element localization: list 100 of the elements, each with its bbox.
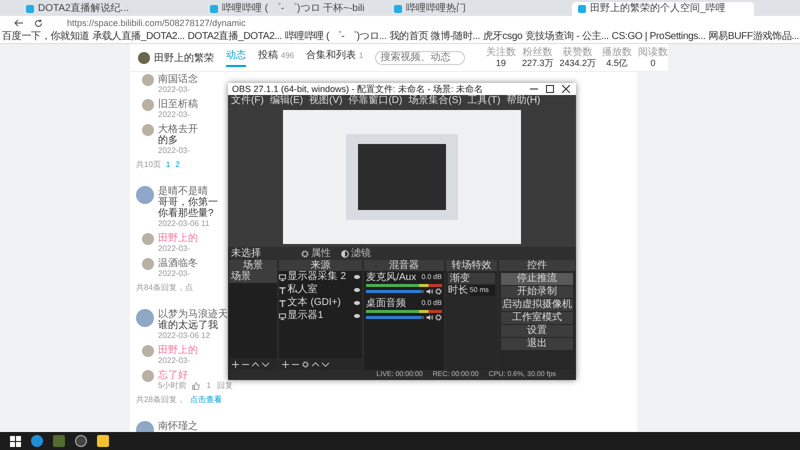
avatar-icon (142, 233, 154, 245)
source-item[interactable]: 私人室 (288, 284, 352, 296)
dock-title: 转场特效 (446, 260, 498, 271)
menu-item[interactable]: 视图(V) (309, 95, 342, 107)
bookmark-link[interactable]: CS:GO | ProSettings... (612, 30, 706, 43)
comment-author[interactable]: 南怀瑾之 (158, 421, 198, 432)
volume-slider[interactable] (366, 316, 421, 319)
bookmark-link[interactable]: 百度一下，你就知道 (2, 30, 90, 43)
eye-icon[interactable] (354, 314, 360, 318)
speaker-icon[interactable] (426, 314, 433, 321)
stat-label: 阅读数 (638, 46, 668, 58)
menu-item[interactable]: 场景集合(S) (408, 95, 462, 107)
avatar-icon (136, 309, 154, 327)
comment-text: 哥哥，你第一 (158, 197, 218, 208)
add-icon[interactable] (232, 360, 239, 368)
source-item[interactable]: 文本 (GDI+) (288, 297, 352, 309)
add-icon[interactable] (282, 360, 289, 368)
eye-icon[interactable] (354, 275, 360, 279)
settings-icon[interactable] (434, 314, 442, 321)
menu-item[interactable]: 工具(T) (468, 95, 500, 107)
comment-author[interactable]: 是晴不是晴 (158, 186, 208, 197)
control-button[interactable]: 退出 (501, 338, 573, 350)
back-icon[interactable] (14, 19, 24, 27)
comment-author[interactable]: 南国话念 (158, 74, 198, 85)
bookmark-link[interactable]: 承载人直播_DOTA2... (92, 30, 185, 43)
down-icon[interactable] (262, 360, 269, 368)
browser-tab[interactable]: 哔哩哔哩 ( ゜- ゜)つロ 干杯~-bili (204, 2, 386, 16)
stat-value: 0 (650, 58, 656, 68)
control-button[interactable]: 停止推流 (501, 273, 573, 285)
source-item[interactable]: 显示器1 (288, 310, 352, 322)
thumbs-up-icon[interactable] (192, 382, 200, 390)
scene-item[interactable]: 场景 (229, 271, 277, 283)
control-button[interactable]: 开始录制 (501, 286, 573, 298)
stat-label: 获赞数 (562, 46, 593, 58)
browser-tab[interactable]: 哔哩哔哩热门 (388, 2, 570, 16)
windows-logo-icon[interactable] (10, 436, 21, 446)
text-icon (278, 286, 286, 294)
bookmark-link[interactable]: 虎牙csgo (483, 30, 522, 43)
control-button[interactable]: 设置 (501, 325, 573, 337)
stat-label: 播放数 (602, 46, 632, 58)
eye-icon[interactable] (354, 288, 360, 292)
comment-date: 2022-03- (158, 85, 190, 95)
bookmark-link[interactable]: 网易BUFF游戏饰品... (708, 30, 800, 43)
close-icon[interactable] (562, 85, 570, 93)
control-button[interactable]: 启动虚拟摄像机 (501, 299, 573, 311)
settings-icon[interactable] (434, 288, 442, 295)
stat-label: 粉丝数 (522, 46, 553, 58)
selection-label: 未选择 (231, 248, 262, 260)
bookmark-link[interactable]: 哔哩哔哩 ( ゜- ゜)つロ... (284, 30, 386, 43)
source-item[interactable]: 显示器采集 2 (288, 271, 352, 283)
menu-item[interactable]: 文件(F) (231, 95, 264, 107)
channel-name: 麦克风/Aux (366, 272, 416, 283)
comment-text: 谁的太远了我 (158, 320, 218, 331)
comment-date: 2022-03- (158, 146, 190, 156)
menu-item[interactable]: 停靠窗口(D) (348, 95, 402, 107)
search-field[interactable]: 搜索视频、动态 (375, 50, 466, 64)
user-name[interactable]: 田野上的繁荣 (154, 50, 214, 64)
bookmark-link[interactable]: DOTA2直播_DOTA2... (188, 30, 282, 43)
transition-dropdown[interactable]: 渐变 (448, 273, 496, 284)
maximize-icon[interactable] (546, 85, 554, 93)
avatar-icon (142, 258, 154, 270)
up-icon[interactable] (252, 360, 259, 368)
settings-icon[interactable] (302, 360, 309, 368)
profile-tab[interactable]: 投稿 496 (258, 48, 294, 66)
dock-title: 来源 (278, 260, 362, 271)
reply-count: 共28条回复， (136, 395, 185, 405)
comment-date: 2022-03- (158, 244, 190, 254)
dock-title: 控件 (499, 260, 575, 271)
filters-button[interactable]: 滤镜 (341, 248, 371, 260)
half-circle-icon (341, 250, 349, 258)
bookmark-link[interactable]: 我的首页 微博-随时... (389, 30, 480, 43)
up-icon[interactable] (312, 360, 319, 368)
stat-value: 19 (496, 58, 506, 68)
comment-author[interactable]: 温酒临冬 (158, 258, 198, 269)
menu-item[interactable]: 编辑(E) (270, 95, 304, 107)
control-button[interactable]: 工作室模式 (501, 312, 573, 324)
comment-author[interactable]: 旧至析稿 (158, 99, 198, 110)
browser-icon[interactable] (31, 435, 43, 447)
comment-author[interactable]: 以梦为马浪迹天 (158, 309, 228, 320)
menu-item[interactable]: 帮助(H) (506, 95, 540, 107)
duration-label: 时长 (448, 285, 468, 296)
refresh-icon[interactable] (34, 18, 43, 28)
browser-tab[interactable]: 田野上的繁荣的个人空间_哔哩 (572, 2, 754, 16)
speaker-icon[interactable] (426, 288, 433, 295)
browser-tab[interactable]: DOTA2直播解说纪... (20, 2, 202, 16)
profile-tab[interactable]: 合集和列表 1 (306, 48, 364, 66)
page-count: 共10页 (136, 160, 161, 170)
bookmark-link[interactable]: 竞技场查询 - 公主... (525, 30, 609, 43)
avatar-icon (142, 74, 154, 86)
comment-author[interactable]: 大格去开 (158, 124, 198, 135)
properties-button[interactable]: 属性 (301, 248, 331, 260)
obs-icon[interactable] (75, 435, 87, 447)
dock-title: 混音器 (364, 260, 444, 271)
eye-icon[interactable] (354, 301, 360, 305)
volume-slider[interactable] (366, 290, 421, 293)
reply-count: 共84条回复，点 (136, 283, 193, 293)
monitor-icon (278, 312, 286, 320)
down-icon[interactable] (322, 360, 329, 368)
stat-value: 227.3万 (522, 58, 554, 68)
monitor-icon (278, 274, 286, 280)
